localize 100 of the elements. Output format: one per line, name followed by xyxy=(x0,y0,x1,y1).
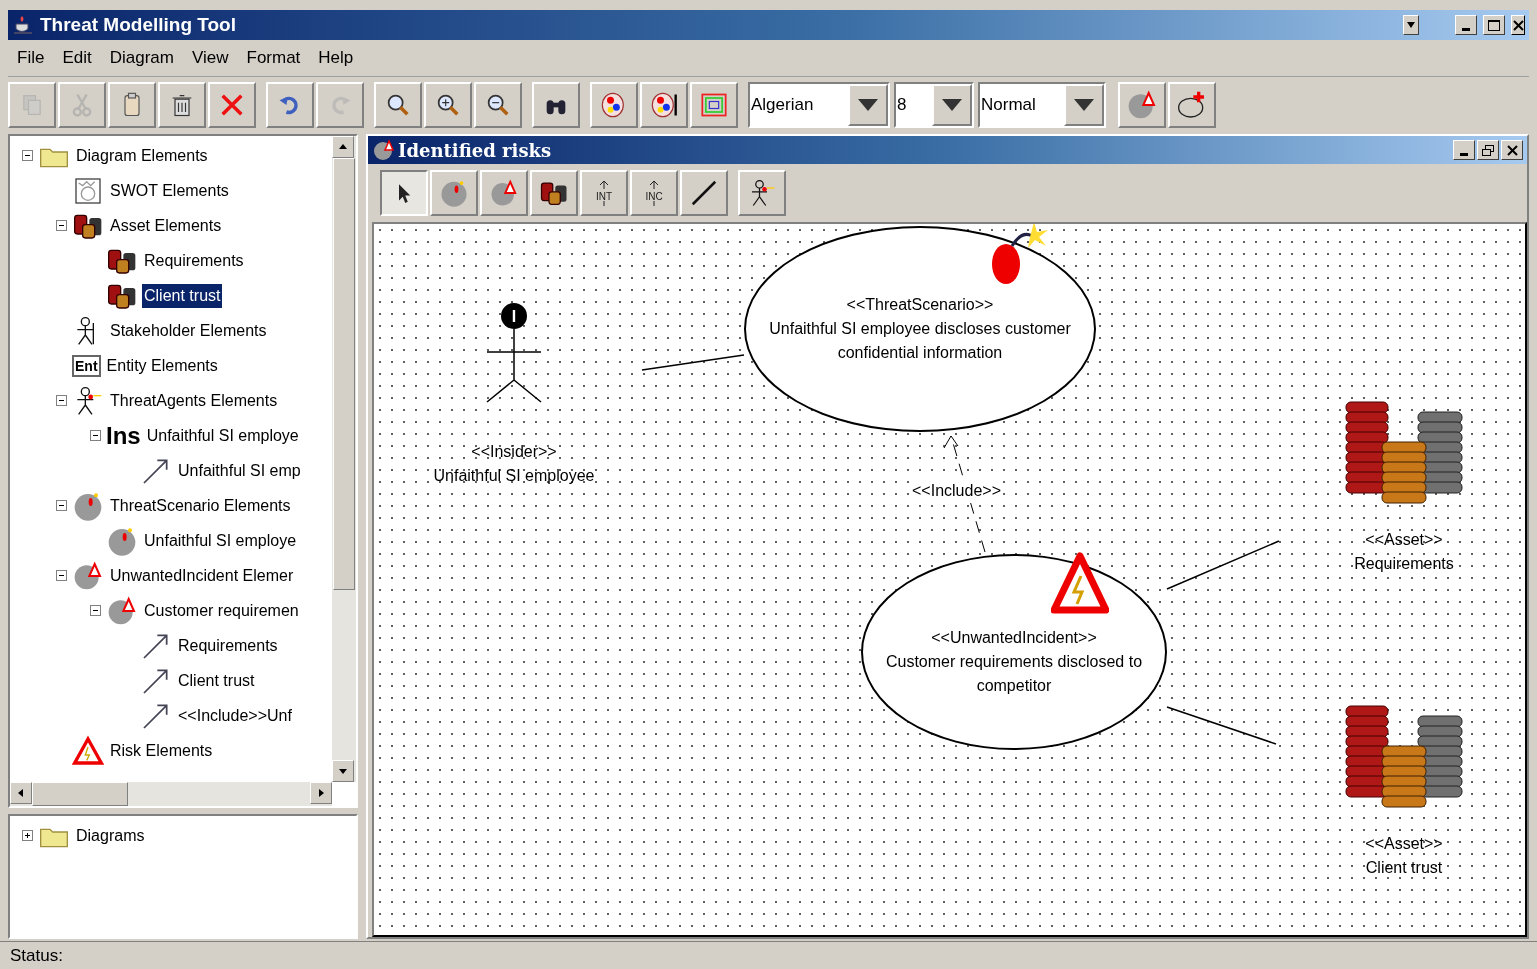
menu-item[interactable]: View xyxy=(182,45,238,71)
caret-icon xyxy=(1407,22,1415,28)
status-text: Status: xyxy=(10,944,63,967)
clipboard-button[interactable] xyxy=(108,81,156,128)
tree-item[interactable]: Requirements xyxy=(142,248,246,273)
tree-item[interactable]: Client trust xyxy=(142,283,223,308)
tree-item[interactable]: ThreatScenario Elements xyxy=(108,493,293,518)
scenario-icon xyxy=(439,178,469,208)
zoom-out-button[interactable] xyxy=(474,81,522,128)
line-tool-button[interactable] xyxy=(680,170,728,216)
incident-icon xyxy=(72,559,104,592)
minimize-button[interactable] xyxy=(1453,140,1475,160)
int-tool-button[interactable]: INT xyxy=(580,170,628,216)
scroll-arrow-button[interactable] xyxy=(332,760,354,782)
close-icon xyxy=(1506,144,1518,156)
collapse-toggle[interactable] xyxy=(55,570,67,581)
tree-item[interactable]: Unfaithful SI emp xyxy=(176,458,303,483)
incident-icon xyxy=(489,178,519,208)
pointer-tool-button[interactable] xyxy=(380,170,428,216)
collapse-toggle[interactable] xyxy=(21,150,33,161)
trash-button[interactable] xyxy=(158,81,206,128)
maximize-icon xyxy=(1488,19,1500,31)
scroll-arrow-button[interactable] xyxy=(10,782,32,804)
tree-item[interactable]: Unfaithful SI employe xyxy=(144,423,301,448)
ellipse-plus-button[interactable] xyxy=(1168,81,1216,128)
tree-item[interactable]: SWOT Elements xyxy=(108,178,231,203)
binoculars-button[interactable] xyxy=(532,81,580,128)
vertical-scrollbar[interactable] xyxy=(332,136,356,782)
close-button[interactable] xyxy=(1511,15,1525,35)
collapse-toggle[interactable] xyxy=(55,395,67,406)
dropdown-arrow-button[interactable] xyxy=(932,83,972,126)
tree-item[interactable]: Diagram Elements xyxy=(74,143,210,168)
expand-toggle[interactable] xyxy=(21,830,33,841)
dropdown-field[interactable]: 8 xyxy=(894,81,974,128)
minimize-icon xyxy=(1460,153,1468,156)
stereotype-label: <<Asset>> xyxy=(1365,834,1443,854)
scenario-tool-button[interactable] xyxy=(430,170,478,216)
search-button[interactable] xyxy=(374,81,422,128)
dropdown-arrow-button[interactable] xyxy=(1064,83,1104,126)
incident-icon xyxy=(372,138,396,162)
menu-item[interactable]: File xyxy=(8,45,54,71)
collapse-toggle[interactable] xyxy=(89,605,101,616)
color-circle-bar-button[interactable] xyxy=(640,81,688,128)
tree-item[interactable]: Diagrams xyxy=(74,823,147,848)
close-button[interactable] xyxy=(1501,140,1523,160)
horizontal-scrollbar[interactable] xyxy=(10,782,332,806)
inc-tool-button[interactable]: INC xyxy=(630,170,678,216)
entity-icon: Ent xyxy=(72,354,101,377)
stick-figure-drawing: I xyxy=(479,300,549,410)
tree-item[interactable]: Unfaithful SI employe xyxy=(142,528,299,553)
tree-item[interactable]: Stakeholder Elements xyxy=(108,318,269,343)
tree-item[interactable]: Asset Elements xyxy=(108,213,224,238)
restore-button[interactable] xyxy=(1477,140,1499,160)
tree-item[interactable]: Entity Elements xyxy=(104,353,220,378)
minimize-button[interactable] xyxy=(1455,15,1477,35)
element-name: Unfaithful SI employee discloses customer confidential information xyxy=(768,319,1072,363)
stereotype-label: <<ThreatScenario>> xyxy=(846,295,994,315)
dropdown-field[interactable]: Algerian xyxy=(748,81,890,128)
insider-icon: Ins xyxy=(106,422,141,449)
close-icon xyxy=(1512,19,1524,31)
stereotype-label: <<UnwantedIncident>> xyxy=(931,628,1097,648)
window-title: Identified risks xyxy=(398,138,552,163)
tree-item[interactable]: Risk Elements xyxy=(108,738,215,763)
scroll-arrow-button[interactable] xyxy=(332,136,354,158)
scroll-arrow-button[interactable] xyxy=(310,782,332,804)
caret-icon xyxy=(1074,98,1094,111)
incident-icon xyxy=(1126,88,1158,121)
collapse-toggle[interactable] xyxy=(55,500,67,511)
element-name: Client trust xyxy=(1365,858,1443,878)
tree-item[interactable]: <<Include>>Unf xyxy=(176,703,294,728)
dropdown-field[interactable]: Normal xyxy=(978,81,1106,128)
collapse-toggle[interactable] xyxy=(55,220,67,231)
frame-button[interactable] xyxy=(690,81,738,128)
scrollbar-thumb[interactable] xyxy=(333,158,355,590)
stereotype-label: <<Asset>> xyxy=(1365,530,1443,550)
menu-dropdown-button[interactable] xyxy=(1403,15,1419,35)
stick-figure-tool-button[interactable] xyxy=(738,170,786,216)
color-circle-bar-icon xyxy=(650,90,678,119)
plus-icon xyxy=(22,831,32,840)
maximize-button[interactable] xyxy=(1483,15,1505,35)
incident-button[interactable] xyxy=(1118,81,1166,128)
incident-icon xyxy=(106,594,138,627)
dropdown-arrow-button[interactable] xyxy=(848,83,888,126)
zoom-in-button[interactable] xyxy=(424,81,472,128)
menu-item[interactable]: Diagram xyxy=(100,45,183,71)
menu-item[interactable]: Help xyxy=(309,45,363,71)
scrollbar-thumb[interactable] xyxy=(32,782,128,806)
tree-item[interactable]: UnwantedIncident Elemer xyxy=(108,563,296,588)
tree-item[interactable]: ThreatAgents Elements xyxy=(108,388,280,413)
coins-tool-button[interactable] xyxy=(530,170,578,216)
tree-item[interactable]: Customer requiremen xyxy=(142,598,301,623)
undo-button[interactable] xyxy=(266,81,314,128)
tree-item[interactable]: Client trust xyxy=(176,668,257,693)
menu-item[interactable]: Edit xyxy=(53,45,101,71)
tree-item[interactable]: Requirements xyxy=(176,633,280,658)
element-name: Customer requirements disclosed to competitor xyxy=(884,652,1144,696)
incident-tool-button[interactable] xyxy=(480,170,528,216)
menu-item[interactable]: Format xyxy=(237,45,310,71)
color-circle-button[interactable] xyxy=(590,81,638,128)
collapse-toggle[interactable] xyxy=(89,430,101,441)
